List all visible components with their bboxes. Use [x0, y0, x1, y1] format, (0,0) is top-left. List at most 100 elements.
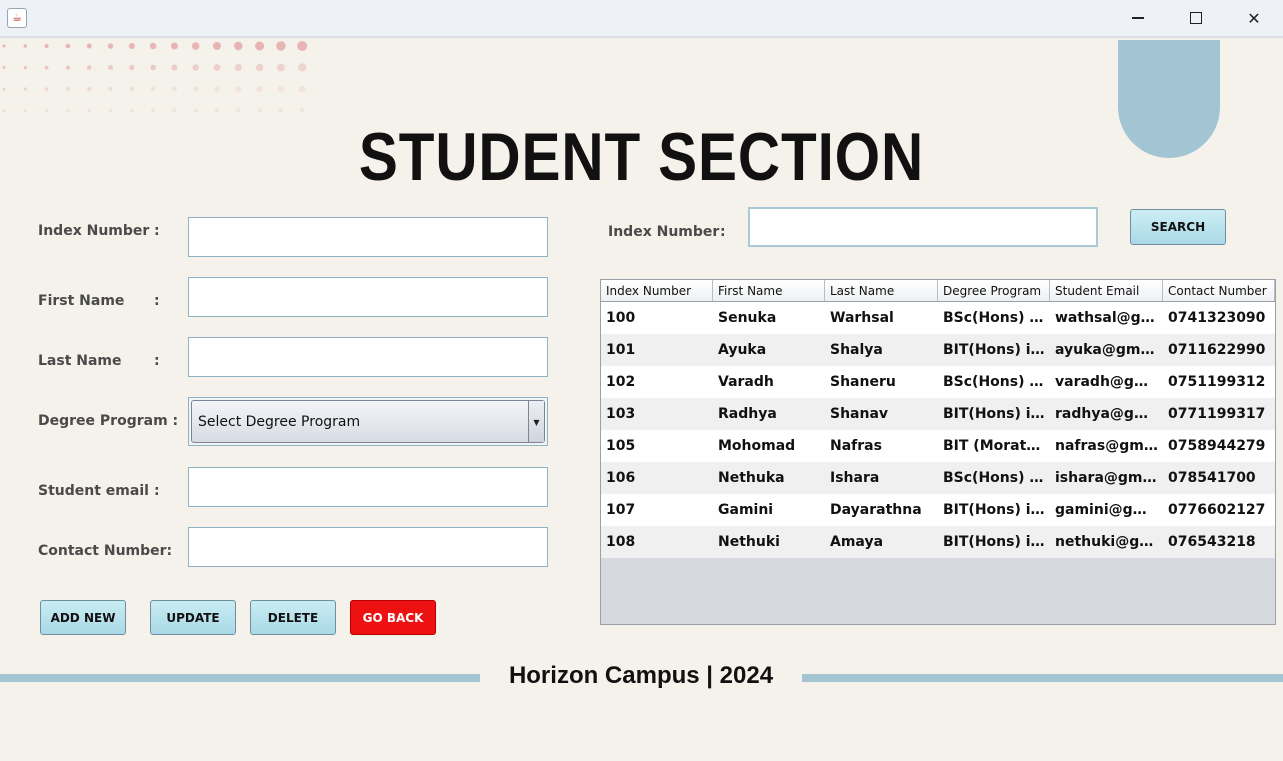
decorative-dot: [150, 86, 156, 92]
table-row[interactable]: 101 Ayuka Shalya BIT(Hons) in... ayuka@g…: [601, 334, 1275, 366]
table-header: Index Number First Name Last Name Degree…: [601, 280, 1275, 302]
degree-program-select-box[interactable]: Select Degree Program ▼: [191, 400, 545, 443]
cell-first-name: Nethuka: [718, 470, 785, 486]
cell-contact-number: 0741323090: [1168, 310, 1266, 326]
decorative-dot: [299, 108, 305, 113]
table-row[interactable]: 107 Gamini Dayarathna BIT(Hons) in... ga…: [601, 494, 1275, 526]
decorative-dot: [65, 43, 71, 49]
students-table[interactable]: Index Number First Name Last Name Degree…: [600, 279, 1276, 625]
cell-degree-program: BIT(Hons) in...: [943, 534, 1050, 550]
decorative-dot: [297, 41, 308, 51]
table-row[interactable]: 106 Nethuka Ishara BSc(Hons) in... ishar…: [601, 462, 1275, 494]
degree-program-select[interactable]: Select Degree Program ▼: [188, 397, 548, 446]
decorative-dot: [257, 108, 262, 113]
search-input[interactable]: [748, 207, 1098, 247]
decorative-dot: [44, 65, 49, 70]
maximize-icon: [1190, 12, 1202, 24]
decorative-dot: [44, 44, 49, 48]
table-row[interactable]: 103 Radhya Shanav BIT(Hons) in... radhya…: [601, 398, 1275, 430]
cell-first-name: Varadh: [718, 374, 774, 390]
cell-index-number: 100: [606, 310, 636, 326]
column-header-last-name[interactable]: Last Name: [825, 280, 938, 301]
decorative-dot: [298, 85, 306, 93]
page-title: STUDENT SECTION: [358, 119, 925, 195]
maximize-button[interactable]: [1167, 0, 1225, 36]
decorative-dot: [129, 108, 134, 113]
table-row[interactable]: 102 Varadh Shaneru BSc(Hons) in... varad…: [601, 366, 1275, 398]
cell-last-name: Nafras: [830, 438, 882, 454]
column-header-first-name[interactable]: First Name: [713, 280, 825, 301]
decorative-dot: [66, 108, 70, 113]
cell-last-name: Shalya: [830, 342, 883, 358]
decorative-dot: [234, 41, 243, 51]
decorative-dot: [170, 42, 178, 50]
column-header-index-number[interactable]: Index Number: [601, 280, 713, 301]
cell-index-number: 106: [606, 470, 636, 486]
cell-index-number: 102: [606, 374, 636, 390]
cell-student-email: gamini@gmai...: [1055, 502, 1163, 518]
close-button[interactable]: ✕: [1225, 0, 1283, 36]
cell-contact-number: 0776602127: [1168, 502, 1266, 518]
first-name-input[interactable]: [188, 277, 548, 317]
minimize-button[interactable]: [1109, 0, 1167, 36]
decorative-dot: [234, 63, 242, 72]
table-row[interactable]: 105 Mohomad Nafras BIT (Moratu... nafras…: [601, 430, 1275, 462]
close-icon: ✕: [1247, 8, 1261, 28]
decorative-dot: [214, 108, 220, 113]
dropdown-arrow-icon[interactable]: ▼: [528, 401, 544, 442]
delete-button[interactable]: DELETE: [250, 600, 336, 635]
cell-first-name: Senuka: [718, 310, 777, 326]
index-number-input[interactable]: [188, 217, 548, 257]
decorative-dot: [128, 43, 135, 49]
column-header-student-email[interactable]: Student Email: [1050, 280, 1163, 301]
cell-index-number: 101: [606, 342, 636, 358]
go-back-button[interactable]: GO BACK: [350, 600, 436, 635]
add-new-button[interactable]: ADD NEW: [40, 600, 126, 635]
decorative-dot: [172, 108, 177, 113]
decorative-dot: [276, 41, 286, 51]
cell-contact-number: 078541700: [1168, 470, 1256, 486]
cell-student-email: nafras@gmai...: [1055, 438, 1163, 454]
footer-text: Horizon Campus | 2024: [508, 662, 774, 689]
decorative-dot: [108, 65, 113, 70]
cell-index-number: 107: [606, 502, 636, 518]
contact-number-input[interactable]: [188, 527, 548, 567]
window-titlebar: ☕ ✕: [0, 0, 1283, 38]
cell-last-name: Shanav: [830, 406, 889, 422]
decorative-dot: [277, 85, 285, 93]
decorative-dot: [2, 109, 6, 112]
cell-index-number: 108: [606, 534, 636, 550]
decorative-dot: [86, 65, 92, 70]
cell-student-email: nethuki@gm...: [1055, 534, 1163, 550]
decorative-dot: [298, 63, 307, 72]
cell-last-name: Ishara: [830, 470, 880, 486]
cell-degree-program: BIT(Hons) in...: [943, 502, 1050, 518]
last-name-colon: :: [154, 353, 160, 369]
update-button[interactable]: UPDATE: [150, 600, 236, 635]
table-body: 100 Senuka Warhsal BSc(Hons) in... waths…: [601, 302, 1275, 558]
column-header-degree-program[interactable]: Degree Program: [938, 280, 1050, 301]
cell-student-email: ayuka@gmail...: [1055, 342, 1163, 358]
decorative-dots: [2, 41, 308, 113]
cell-last-name: Shaneru: [830, 374, 896, 390]
cell-last-name: Amaya: [830, 534, 884, 550]
cell-first-name: Mohomad: [718, 438, 796, 454]
search-button[interactable]: SEARCH: [1130, 209, 1226, 245]
table-row[interactable]: 100 Senuka Warhsal BSc(Hons) in... waths…: [601, 302, 1275, 334]
table-row[interactable]: 108 Nethuki Amaya BIT(Hons) in... nethuk…: [601, 526, 1275, 558]
decorative-dot: [255, 63, 264, 72]
cell-degree-program: BSc(Hons) in...: [943, 470, 1050, 486]
contact-number-label: Contact Number:: [38, 543, 173, 559]
decorative-dot: [255, 41, 265, 51]
decorative-dot: [171, 64, 178, 71]
column-header-contact-number[interactable]: Contact Number: [1163, 280, 1275, 301]
decorative-dot: [44, 108, 49, 113]
degree-program-label: Degree Program :: [38, 413, 179, 429]
cell-contact-number: 0751199312: [1168, 374, 1266, 390]
student-email-input[interactable]: [188, 467, 548, 507]
student-email-colon: :: [154, 483, 160, 499]
decorative-dot: [23, 87, 27, 91]
decorative-dot: [129, 86, 135, 92]
java-icon[interactable]: ☕: [7, 8, 27, 28]
last-name-input[interactable]: [188, 337, 548, 377]
